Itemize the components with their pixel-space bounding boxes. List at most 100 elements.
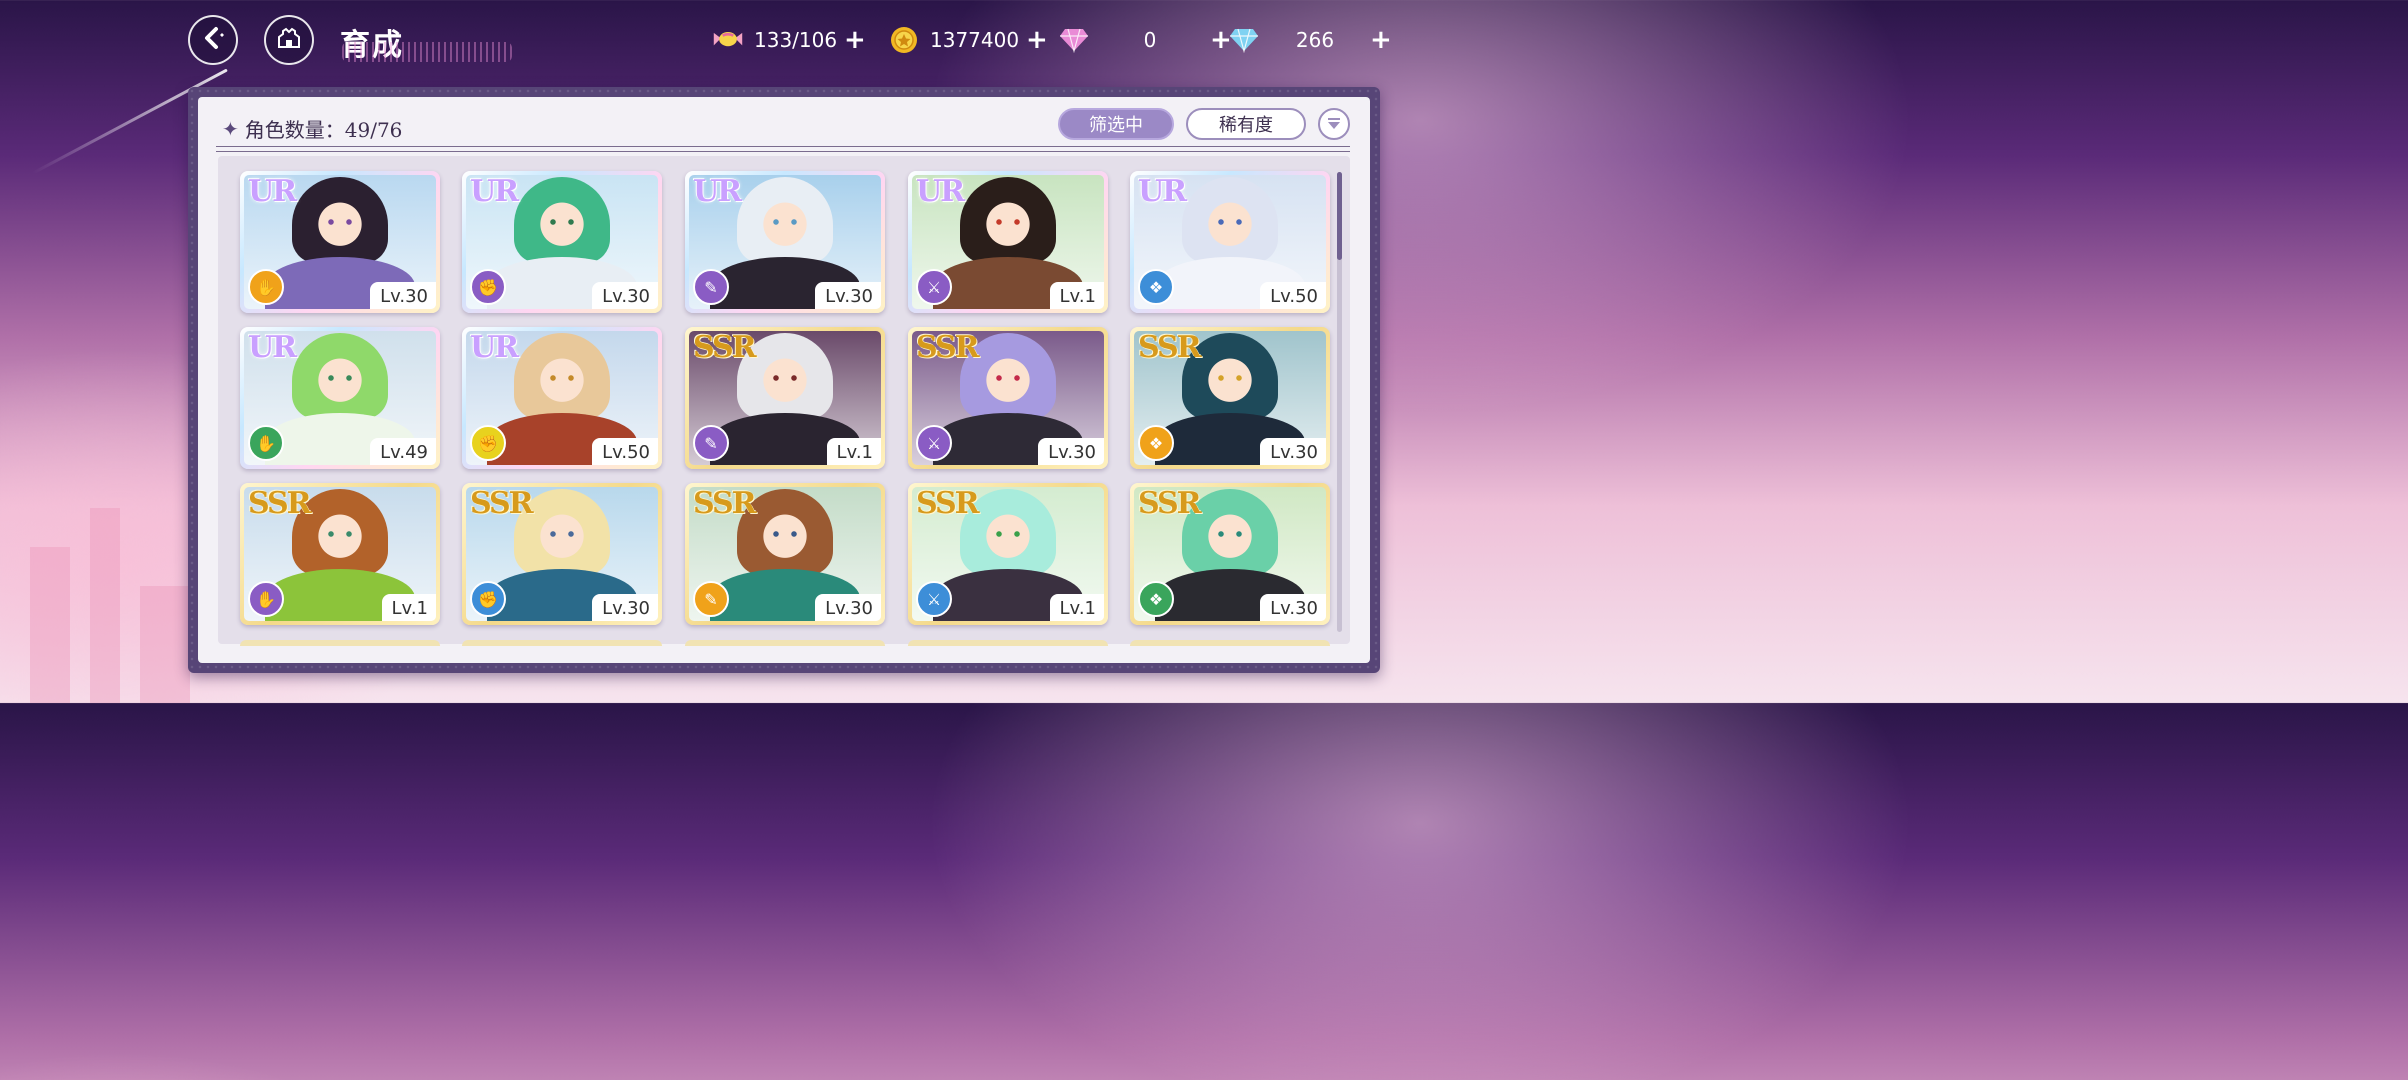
class-icon: ⚔ (916, 425, 952, 461)
character-card[interactable]: UR ❖ Lv.50 (1130, 171, 1330, 313)
character-eyes (990, 219, 1026, 225)
character-eyes (544, 531, 580, 537)
rarity-badge: SSR (470, 487, 534, 521)
title-ornament (342, 42, 512, 62)
level-label: Lv.30 (815, 282, 881, 309)
home-button[interactable] (264, 15, 314, 65)
character-card[interactable]: SSR ✎ Lv.1 (685, 327, 885, 469)
add-gold-button[interactable]: + (1026, 27, 1048, 53)
class-icon: ❖ (1138, 581, 1174, 617)
top-bar: 育成 133/106 + 1377400 + 0 + 266 + (0, 0, 1568, 80)
class-icon: ✋ (248, 425, 284, 461)
level-label: Lv.50 (1260, 282, 1326, 309)
candy-value: 133/106 (754, 28, 838, 52)
class-icon: ⚔ (916, 581, 952, 617)
resource-gold: 1377400 + (888, 22, 1048, 58)
level-label: Lv.1 (1049, 594, 1104, 621)
character-eyes (990, 531, 1026, 537)
blue-diamond-value: 266 (1295, 28, 1335, 52)
level-label: Lv.1 (381, 594, 436, 621)
level-label: Lv.1 (1049, 282, 1104, 309)
character-card[interactable]: UR ✊ Lv.50 (462, 327, 662, 469)
character-count-label: 角色数量：49/76 (244, 118, 403, 142)
character-portrait: SSR ✋ Lv.1 (244, 487, 436, 621)
character-card-partial[interactable] (462, 640, 662, 646)
character-card[interactable]: UR ✊ Lv.30 (462, 171, 662, 313)
class-icon: ✊ (470, 425, 506, 461)
character-eyes (544, 219, 580, 225)
rarity-badge: UR (693, 175, 742, 209)
level-label: Lv.30 (1260, 438, 1326, 465)
level-label: Lv.30 (1260, 594, 1326, 621)
character-eyes (990, 375, 1026, 381)
character-eyes (767, 531, 803, 537)
character-card-partial[interactable] (685, 640, 885, 646)
level-label: Lv.30 (1038, 438, 1104, 465)
character-card[interactable]: UR ✋ Lv.30 (240, 171, 440, 313)
character-eyes (322, 531, 358, 537)
pink-diamond-value: 0 (1143, 28, 1157, 52)
character-count: ✦ 角色数量：49/76 (222, 114, 402, 143)
sort-rarity-button[interactable]: 稀有度 (1186, 108, 1306, 140)
grid-scrollbar[interactable] (1337, 172, 1342, 632)
class-icon: ✋ (248, 269, 284, 305)
character-card[interactable]: SSR ✋ Lv.1 (240, 483, 440, 625)
level-label: Lv.30 (592, 594, 658, 621)
character-portrait: SSR ❖ Lv.30 (1134, 487, 1326, 621)
rarity-badge: UR (470, 175, 519, 209)
rarity-badge: SSR (916, 331, 980, 365)
character-card-partial[interactable] (240, 640, 440, 646)
character-eyes (322, 375, 358, 381)
character-portrait: SSR ❖ Lv.30 (1134, 331, 1326, 465)
rarity-badge: SSR (1138, 331, 1202, 365)
back-button[interactable] (188, 15, 238, 65)
character-card[interactable]: UR ✋ Lv.49 (240, 327, 440, 469)
resource-pink-diamond: 0 + (1058, 22, 1232, 58)
character-portrait: SSR ⚔ Lv.30 (912, 331, 1104, 465)
back-arrow-icon (200, 25, 226, 55)
filter-button[interactable]: 筛选中 (1058, 108, 1174, 140)
sort-order-toggle[interactable] (1318, 108, 1350, 140)
character-portrait: SSR ⚔ Lv.1 (912, 487, 1104, 621)
sort-down-icon (1326, 115, 1342, 134)
rarity-badge: SSR (1138, 487, 1202, 521)
pink-diamond-icon (1058, 24, 1090, 56)
gold-coin-icon (888, 24, 920, 56)
scrollbar-thumb[interactable] (1337, 172, 1342, 260)
character-portrait: UR ✊ Lv.30 (466, 175, 658, 309)
character-portrait: SSR ✊ Lv.30 (466, 487, 658, 621)
rarity-badge: SSR (693, 331, 757, 365)
character-portrait: UR ✎ Lv.30 (689, 175, 881, 309)
class-icon: ✎ (693, 269, 729, 305)
header-divider (216, 146, 1350, 152)
class-icon: ✊ (470, 269, 506, 305)
candy-icon (712, 24, 744, 56)
add-blue-diamond-button[interactable]: + (1370, 27, 1392, 53)
resource-candy: 133/106 + (712, 22, 866, 58)
character-portrait: UR ✊ Lv.50 (466, 331, 658, 465)
class-icon: ✊ (470, 581, 506, 617)
character-card[interactable]: SSR ❖ Lv.30 (1130, 483, 1330, 625)
class-icon: ❖ (1138, 425, 1174, 461)
rarity-badge: SSR (248, 487, 312, 521)
character-card[interactable]: SSR ✊ Lv.30 (462, 483, 662, 625)
character-card[interactable]: SSR ✎ Lv.30 (685, 483, 885, 625)
character-card[interactable]: SSR ⚔ Lv.1 (908, 483, 1108, 625)
blue-diamond-icon (1228, 24, 1260, 56)
character-card[interactable]: UR ⚔ Lv.1 (908, 171, 1108, 313)
character-card[interactable]: SSR ⚔ Lv.30 (908, 327, 1108, 469)
character-eyes (1212, 219, 1248, 225)
class-icon: ❖ (1138, 269, 1174, 305)
character-card[interactable]: SSR ❖ Lv.30 (1130, 327, 1330, 469)
rarity-badge: UR (248, 331, 297, 365)
class-icon: ✋ (248, 581, 284, 617)
character-card-partial[interactable] (1130, 640, 1330, 646)
character-card[interactable]: UR ✎ Lv.30 (685, 171, 885, 313)
sparkle-icon: ✦ (222, 116, 239, 141)
add-candy-button[interactable]: + (844, 27, 866, 53)
character-eyes (322, 219, 358, 225)
character-card-partial[interactable] (908, 640, 1108, 646)
character-eyes (767, 375, 803, 381)
class-icon: ✎ (693, 425, 729, 461)
character-portrait: UR ❖ Lv.50 (1134, 175, 1326, 309)
